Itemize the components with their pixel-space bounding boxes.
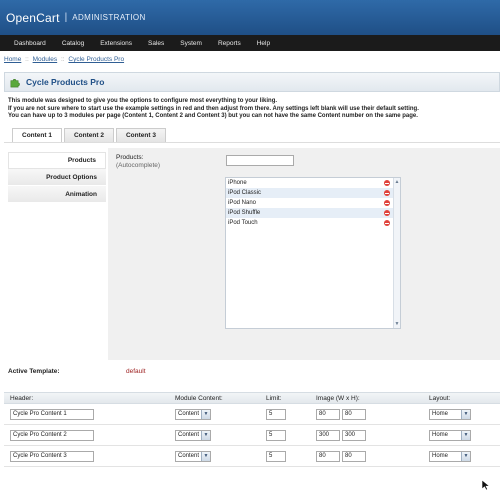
header-input[interactable]: Cycle Pro Content 3 bbox=[10, 450, 94, 462]
breadcrumb-separator: :: bbox=[25, 56, 29, 63]
top-header: OpenCart | ADMINISTRATION bbox=[0, 0, 500, 35]
products-sublabel: (Autocomplete) bbox=[116, 161, 161, 169]
list-scrollbar[interactable]: ▲ ▼ bbox=[393, 178, 400, 328]
puzzle-piece-icon bbox=[10, 78, 20, 87]
menu-item-system[interactable]: System bbox=[172, 40, 210, 47]
product-name: iPod Nano bbox=[228, 200, 257, 206]
limit-input[interactable]: 5 bbox=[266, 450, 286, 462]
product-name: iPod Shuffle bbox=[228, 210, 261, 216]
products-autocomplete-input[interactable] bbox=[226, 155, 294, 166]
page-title-bar: Cycle Products Pro bbox=[4, 72, 500, 92]
layout-select[interactable]: Home ▼ bbox=[429, 408, 471, 420]
vertical-tabs: Products Product Options Animation bbox=[8, 152, 106, 203]
menu-item-sales[interactable]: Sales bbox=[140, 40, 172, 47]
active-template-value: default bbox=[126, 368, 146, 375]
breadcrumb-home[interactable]: Home bbox=[4, 56, 21, 63]
tab-divider bbox=[4, 142, 500, 143]
list-item: iPod Nano bbox=[226, 198, 400, 208]
list-item: iPod Classic bbox=[226, 188, 400, 198]
description-line: This module was designed to give you the… bbox=[8, 98, 278, 104]
select-value: Home bbox=[432, 453, 449, 459]
active-template-label: Active Template: bbox=[8, 368, 60, 375]
module-description: This module was designed to give you the… bbox=[8, 98, 498, 121]
breadcrumb-current[interactable]: Cycle Products Pro bbox=[68, 56, 124, 63]
brand-logo[interactable]: OpenCart bbox=[6, 11, 60, 25]
vtab-animation[interactable]: Animation bbox=[8, 186, 106, 203]
tab-content-2[interactable]: Content 2 bbox=[63, 128, 114, 142]
tab-content-3[interactable]: Content 3 bbox=[115, 128, 166, 142]
column-header-header: Header: bbox=[10, 394, 34, 402]
chevron-down-icon[interactable]: ▼ bbox=[201, 451, 210, 461]
limit-input[interactable]: 5 bbox=[266, 429, 286, 441]
chevron-down-icon[interactable]: ▼ bbox=[461, 451, 470, 461]
main-menu: Dashboard Catalog Extensions Sales Syste… bbox=[0, 35, 500, 51]
mouse-pointer-icon bbox=[481, 479, 491, 491]
module-settings-table: Header: Module Content: Limit: Image (W … bbox=[4, 392, 500, 467]
brand-subtitle: ADMINISTRATION bbox=[72, 13, 146, 22]
remove-icon[interactable] bbox=[384, 210, 390, 216]
vtab-product-options[interactable]: Product Options bbox=[8, 169, 106, 186]
list-item: iPod Shuffle bbox=[226, 208, 400, 218]
chevron-down-icon[interactable]: ▼ bbox=[461, 409, 470, 419]
chevron-down-icon[interactable]: ▼ bbox=[201, 430, 210, 440]
image-width-input[interactable]: 300 bbox=[316, 429, 340, 441]
menu-item-dashboard[interactable]: Dashboard bbox=[6, 40, 54, 47]
table-row: Cycle Pro Content 3 Content 3 ▼ 5 80 80 Ho… bbox=[4, 446, 500, 467]
image-height-input[interactable]: 80 bbox=[342, 450, 366, 462]
menu-item-extensions[interactable]: Extensions bbox=[92, 40, 140, 47]
description-line: If you are not sure where to start use t… bbox=[8, 105, 419, 112]
module-content-select[interactable]: Content 2 ▼ bbox=[175, 429, 211, 441]
product-name: iPhone bbox=[228, 180, 247, 186]
menu-item-reports[interactable]: Reports bbox=[210, 40, 249, 47]
layout-select[interactable]: Home ▼ bbox=[429, 429, 471, 441]
column-header-limit: Limit: bbox=[266, 394, 282, 402]
products-label-text: Products: bbox=[116, 154, 144, 161]
limit-input[interactable]: 5 bbox=[266, 408, 286, 420]
module-content-select[interactable]: Content 3 ▼ bbox=[175, 450, 211, 462]
table-row: Cycle Pro Content 2 Content 2 ▼ 5 300 300 … bbox=[4, 425, 500, 446]
list-item: iPod Touch bbox=[226, 218, 400, 228]
table-header-row: Header: Module Content: Limit: Image (W … bbox=[4, 393, 500, 404]
image-height-input[interactable]: 300 bbox=[342, 429, 366, 441]
column-header-layout: Layout: bbox=[429, 394, 451, 402]
header-input[interactable]: Cycle Pro Content 2 bbox=[10, 429, 94, 441]
remove-icon[interactable] bbox=[384, 200, 390, 206]
image-width-input[interactable]: 80 bbox=[316, 450, 340, 462]
module-content-select[interactable]: Content 1 ▼ bbox=[175, 408, 211, 420]
breadcrumb: Home :: Modules :: Cycle Products Pro bbox=[4, 56, 124, 63]
chevron-down-icon[interactable]: ▼ bbox=[201, 409, 210, 419]
image-height-input[interactable]: 80 bbox=[342, 408, 366, 420]
table-row: Cycle Pro Content 1 Content 1 ▼ 5 80 80 Ho… bbox=[4, 404, 500, 425]
select-value: Home bbox=[432, 432, 449, 438]
remove-icon[interactable] bbox=[384, 190, 390, 196]
page-title: Cycle Products Pro bbox=[26, 77, 105, 87]
menu-item-catalog[interactable]: Catalog bbox=[54, 40, 92, 47]
remove-icon[interactable] bbox=[384, 180, 390, 186]
column-header-module-content: Module Content: bbox=[175, 394, 223, 402]
tab-content-1[interactable]: Content 1 bbox=[12, 128, 62, 142]
product-name: iPod Touch bbox=[228, 220, 258, 226]
menu-item-help[interactable]: Help bbox=[249, 40, 278, 47]
breadcrumb-modules[interactable]: Modules bbox=[33, 56, 58, 63]
vtab-products[interactable]: Products bbox=[8, 152, 106, 169]
scroll-up-arrow-icon[interactable]: ▲ bbox=[394, 179, 400, 185]
product-name: iPod Classic bbox=[228, 190, 262, 196]
chevron-down-icon[interactable]: ▼ bbox=[461, 430, 470, 440]
scroll-down-arrow-icon[interactable]: ▼ bbox=[394, 321, 400, 327]
select-value: Home bbox=[432, 411, 449, 417]
description-line: You can have up to 3 modules per page (C… bbox=[8, 113, 418, 119]
brand-separator: | bbox=[64, 12, 68, 23]
column-header-image-size: Image (W x H): bbox=[316, 394, 360, 402]
remove-icon[interactable] bbox=[384, 220, 390, 226]
image-width-input[interactable]: 80 bbox=[316, 408, 340, 420]
list-item: iPhone bbox=[226, 178, 400, 188]
layout-select[interactable]: Home ▼ bbox=[429, 450, 471, 462]
products-label: Products: (Autocomplete) bbox=[116, 154, 160, 169]
content-tabs: Content 1 Content 2 Content 3 bbox=[12, 128, 168, 142]
breadcrumb-separator: :: bbox=[60, 56, 65, 63]
header-input[interactable]: Cycle Pro Content 1 bbox=[10, 408, 94, 420]
selected-products-list: iPhone iPod Classic iPod Nano iPod Shuff… bbox=[225, 177, 401, 329]
